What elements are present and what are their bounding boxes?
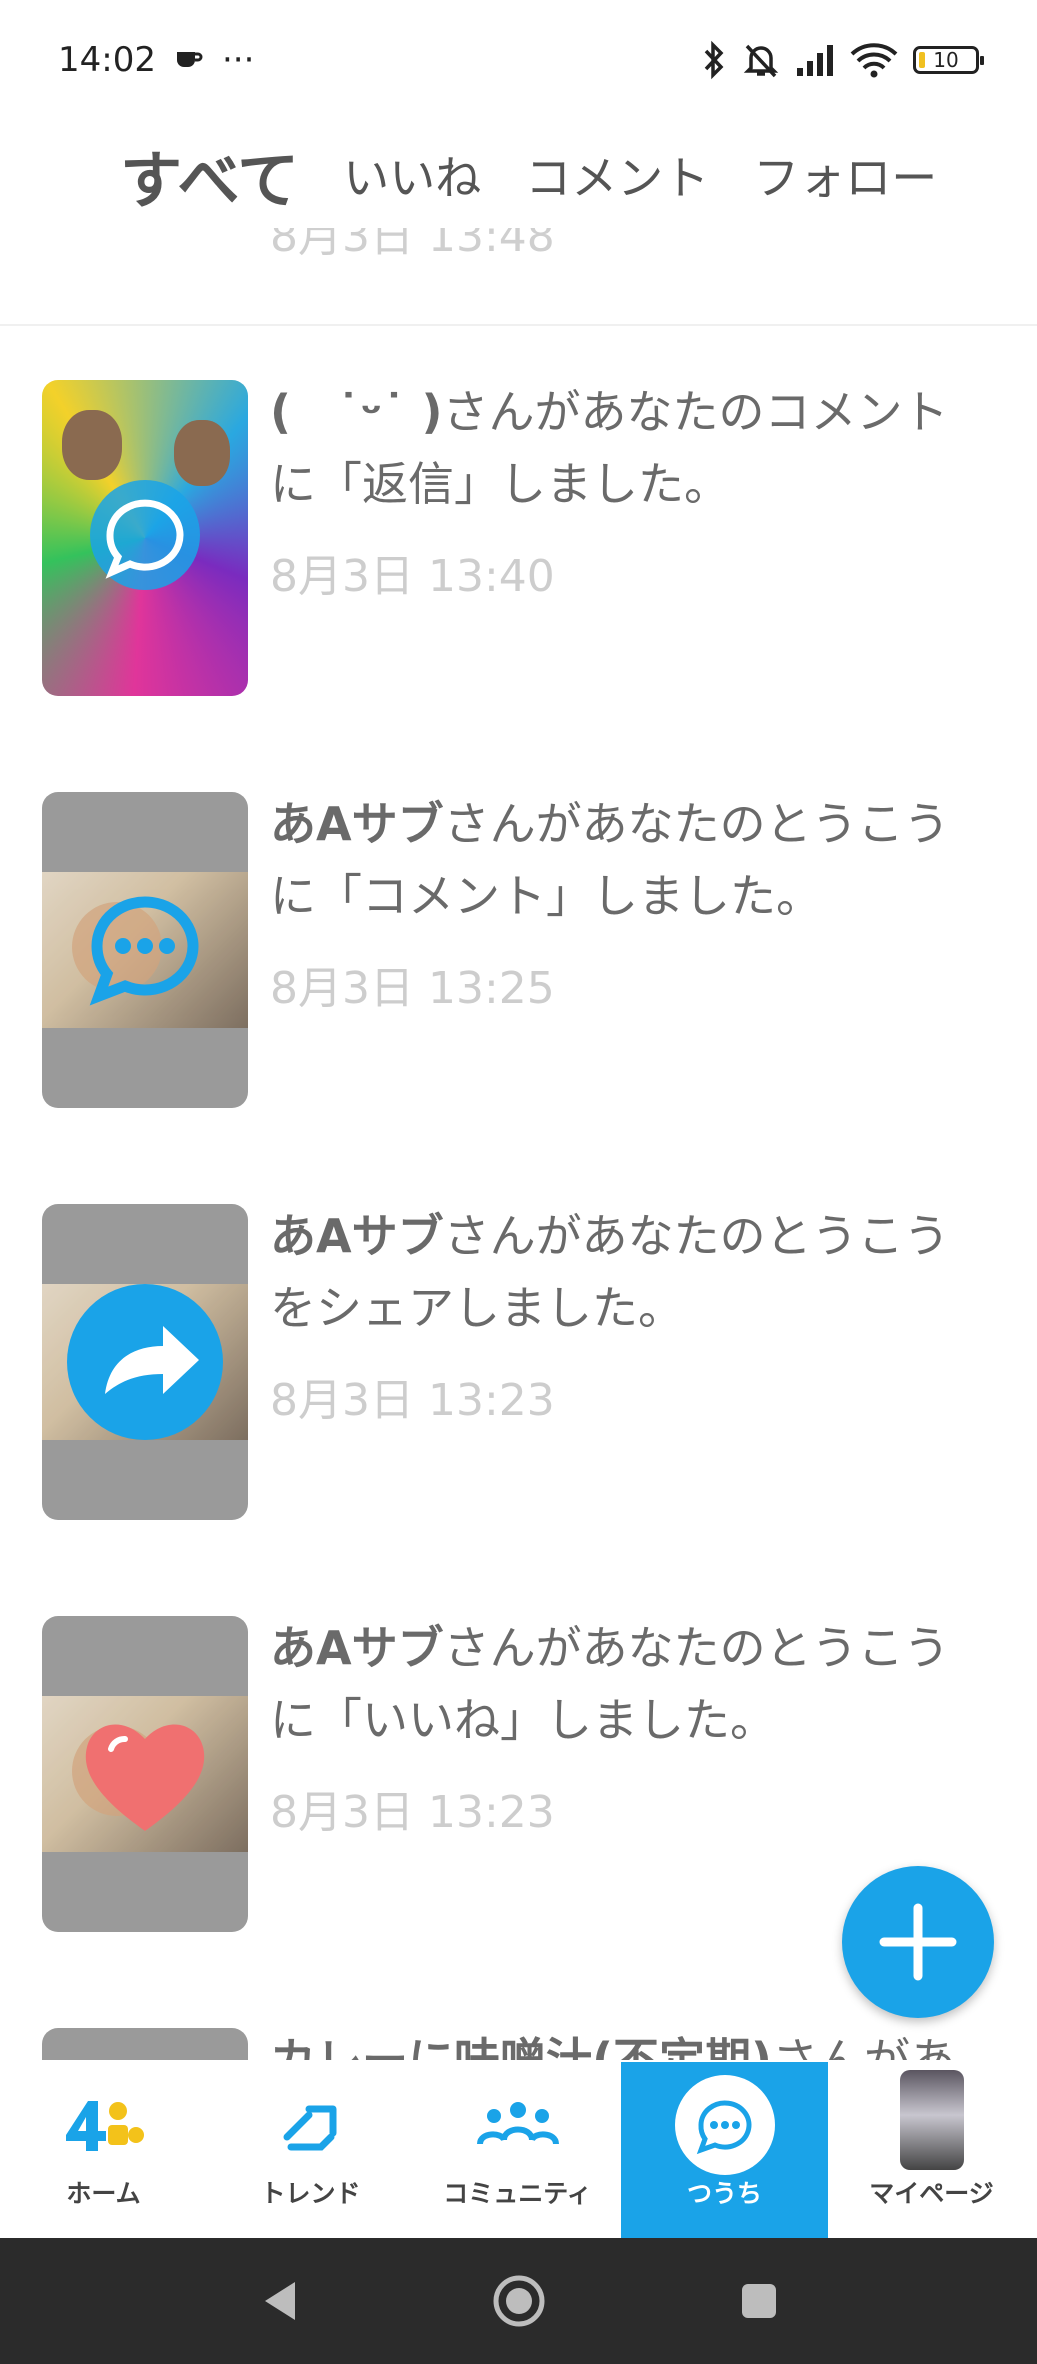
bottom-nav: ホーム トレンド コミュニティ つうち マイページ — [0, 2062, 1037, 2238]
notification-text: あAサブさんがあなたのとうこうをシェアしました。 8月3日 13:23 — [270, 1200, 990, 1428]
notification-text: あAサブさんがあなたのとうこうに「コメント」しました。 8月3日 13:25 — [270, 788, 990, 1016]
notification-message: あAサブさんがあなたのとうこうに「コメント」しました。 — [270, 788, 990, 932]
user-name[interactable]: カレーに味噌汁(不定期) — [270, 2033, 772, 2060]
nav-notifications-label: つうち — [686, 2179, 762, 2208]
tab-comments[interactable]: コメント — [525, 142, 709, 208]
share-arrow-icon — [67, 1284, 223, 1440]
back-triangle-icon — [264, 2282, 295, 2320]
post-thumbnail — [42, 1616, 248, 1932]
list-item[interactable]: あAサブさんがあなたのとうこうをシェアしました。 8月3日 13:23 — [0, 1150, 1037, 1530]
speech-bubble-icon — [90, 480, 200, 590]
wifi-icon — [850, 43, 898, 78]
heart-icon — [85, 1724, 205, 1831]
bell-muted-icon — [743, 44, 779, 78]
status-right: 10 — [701, 40, 984, 80]
notification-text: ( ˙ᵕ˙ )さんがあなたのコメントに「返信」しました。 8月3日 13:40 — [270, 376, 990, 604]
plus-icon — [879, 1903, 957, 1981]
notification-list: ( ˙ᵕ˙ )さんがあなたのコメントに「返信」しました。 8月3日 13:40 … — [0, 326, 1037, 2060]
status-bar: 14:02 ··· 10 — [0, 0, 1037, 120]
recents-button[interactable] — [729, 2271, 789, 2331]
nav-community-label: コミュニティ — [443, 2179, 592, 2208]
home-circle-icon — [493, 2275, 544, 2327]
notification-text: カレーに味噌汁(不定期)さんがあ — [270, 2024, 990, 2060]
status-left: 14:02 ··· — [58, 40, 254, 80]
battery-indicator: 10 — [913, 46, 984, 74]
notification-message: あAサブさんがあなたのとうこうをシェアしました。 — [270, 1200, 990, 1344]
notification-message: ( ˙ᵕ˙ )さんがあなたのコメントに「返信」しました。 — [270, 376, 990, 520]
nav-home-label: ホーム — [66, 2179, 141, 2208]
user-name[interactable]: あAサブ — [270, 1209, 444, 1263]
notification-time: 8月3日 13:40 — [270, 551, 555, 602]
nav-trend-label: トレンド — [260, 2179, 361, 2208]
post-thumbnail — [42, 792, 248, 1108]
notification-message: あAサブさんがあなたのとうこうに「いいね」しました。 — [270, 1612, 990, 1756]
user-name[interactable]: ( ˙ᵕ˙ ) — [270, 385, 443, 439]
tab-likes[interactable]: いいね — [343, 142, 481, 208]
notification-time: 8月3日 13:23 — [270, 1375, 555, 1426]
message-body: さんがあ — [772, 2033, 957, 2060]
notification-text: あAサブさんがあなたのとうこうに「いいね」しました。 8月3日 13:23 — [270, 1612, 990, 1840]
tab-follow[interactable]: フォロー — [753, 142, 937, 208]
back-button[interactable] — [249, 2271, 309, 2331]
nav-mypage-label: マイページ — [869, 2179, 994, 2208]
nav-notifications[interactable]: つうち — [621, 2062, 828, 2238]
clipped-timestamp: 8月3日 13:48 — [270, 228, 670, 270]
trend-arrow-icon — [281, 2090, 341, 2160]
battery-level: 10 — [933, 48, 959, 72]
coffee-icon — [176, 52, 203, 67]
community-icon — [476, 2090, 560, 2160]
home-button[interactable] — [489, 2271, 549, 2331]
user-name[interactable]: あAサブ — [270, 797, 444, 851]
comment-dots-icon — [89, 896, 199, 1006]
nav-mypage[interactable]: マイページ — [828, 2062, 1035, 2238]
notification-bubble-icon — [673, 2075, 777, 2175]
filter-tabs: すべて いいね コメント フォロー — [0, 120, 1037, 230]
signal-icon — [797, 45, 833, 76]
recents-square-icon — [741, 2284, 776, 2318]
status-more-icon: ··· — [221, 40, 255, 80]
new-post-button[interactable] — [842, 1866, 994, 2018]
notification-time: 8月3日 13:23 — [270, 1787, 555, 1838]
nav-trend[interactable]: トレンド — [207, 2062, 414, 2238]
home-logo-icon — [62, 2090, 146, 2160]
nav-home[interactable]: ホーム — [0, 2062, 207, 2238]
list-item[interactable]: あAサブさんがあなたのとうこうに「コメント」しました。 8月3日 13:25 — [0, 738, 1037, 1118]
nav-community[interactable]: コミュニティ — [414, 2062, 621, 2238]
user-name[interactable]: あAサブ — [270, 1621, 444, 1675]
post-thumbnail — [42, 380, 248, 696]
system-nav-bar — [0, 2238, 1037, 2364]
notification-time: 8月3日 13:25 — [270, 963, 555, 1014]
avatar — [899, 2070, 964, 2170]
list-item[interactable]: ( ˙ᵕ˙ )さんがあなたのコメントに「返信」しました。 8月3日 13:40 — [0, 326, 1037, 706]
status-time: 14:02 — [58, 40, 156, 80]
tab-all[interactable]: すべて — [120, 130, 299, 220]
bluetooth-icon — [704, 40, 724, 80]
notification-message: カレーに味噌汁(不定期)さんがあ — [270, 2024, 990, 2060]
clipped-timestamp-text: 8月3日 13:48 — [270, 228, 555, 262]
post-thumbnail — [42, 2028, 248, 2060]
post-thumbnail — [42, 1204, 248, 1520]
